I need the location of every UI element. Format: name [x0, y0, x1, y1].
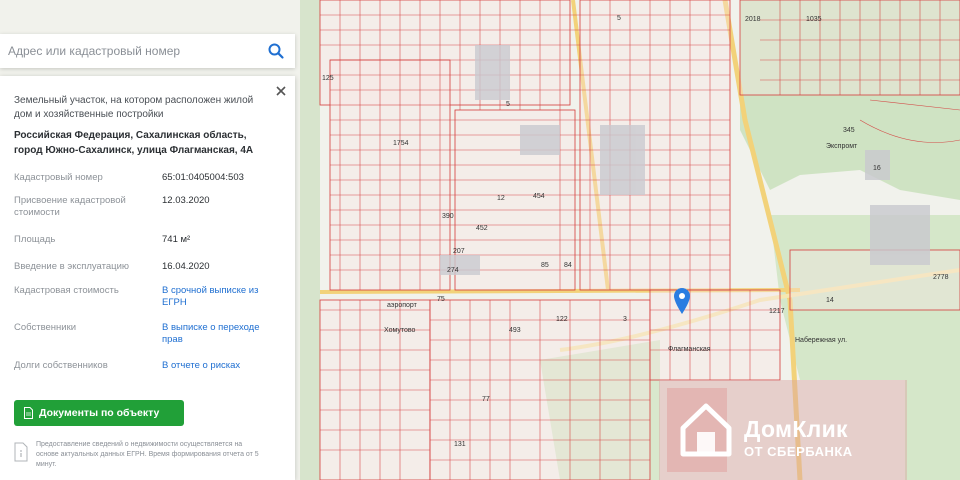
map-label: 207 — [453, 248, 465, 255]
close-icon[interactable] — [275, 84, 287, 96]
property-description: Земельный участок, на котором расположен… — [14, 95, 254, 120]
row-label: Кадастровая стоимость — [14, 285, 119, 296]
map-label: 274 — [447, 267, 459, 274]
info-icon — [14, 442, 28, 462]
notice-text: Предоставление сведений о недвижимости о… — [36, 441, 259, 468]
row-label: Площадь — [14, 234, 56, 245]
search-icon[interactable] — [267, 42, 285, 60]
map-label: Экспромт — [826, 143, 858, 150]
map-label: 75 — [437, 296, 445, 303]
house-icon — [679, 402, 733, 458]
owner-debts-link[interactable]: В отчете о рисках — [162, 360, 282, 372]
property-address: Российская Федерация, Сахалинская област… — [14, 130, 254, 156]
map-label: 122 — [556, 316, 568, 323]
map-label: 345 — [843, 127, 855, 134]
map-label: 1754 — [393, 140, 409, 147]
map-label: аэропорт — [387, 302, 418, 309]
map-label: 452 — [476, 225, 488, 232]
map-label: 493 — [509, 327, 521, 334]
document-icon — [24, 407, 33, 419]
map-label: 5 — [617, 15, 621, 22]
map-label: 3 — [623, 316, 627, 323]
owners-link[interactable]: В выписке о переходе прав — [162, 322, 282, 346]
watermark-brand: ДомКлик — [744, 416, 848, 442]
map-label: 454 — [533, 193, 545, 200]
row-value: 16.04.2020 — [162, 261, 210, 272]
map-label: 85 — [541, 262, 549, 269]
row-label: Присвоение кадастровой стоимости — [14, 195, 126, 218]
map-label: 12 — [497, 195, 505, 202]
domclick-watermark: ДомКлик ОТ СБЕРБАНКА — [659, 380, 907, 480]
row-value: 741 м² — [162, 234, 191, 245]
map-label: Флагманская — [668, 346, 711, 353]
map-label: 390 — [442, 213, 454, 220]
map-label: Хомутово — [384, 327, 416, 334]
row-label: Введение в эксплуатацию — [14, 261, 130, 272]
map-label: 14 — [826, 297, 834, 304]
map-label: 5 — [506, 101, 510, 108]
map-label: Набережная ул. — [795, 336, 847, 344]
row-label: Долги собственников — [14, 360, 108, 371]
map-label: 2778 — [933, 274, 949, 281]
documents-button[interactable]: Документы по объекту — [14, 400, 184, 426]
location-pin-icon[interactable] — [674, 288, 690, 314]
row-value: 12.03.2020 — [162, 195, 210, 206]
map-label: 16 — [873, 165, 881, 172]
documents-button-label: Документы по объекту — [39, 407, 160, 419]
map-label: 131 — [454, 441, 466, 448]
watermark-subtitle: ОТ СБЕРБАНКА — [744, 444, 853, 459]
map-label: 84 — [564, 262, 572, 269]
map-label: 1035 — [806, 16, 822, 23]
search-input[interactable] — [8, 42, 248, 60]
property-info-panel: Земельный участок, на котором расположен… — [0, 76, 295, 480]
map-label: 2018 — [745, 16, 761, 23]
cadastral-value-link[interactable]: В срочной выписке из ЕГРН — [162, 285, 282, 309]
row-label: Кадастровый номер — [14, 172, 103, 183]
map-label: 1217 — [769, 308, 785, 315]
map-label: 125 — [322, 75, 334, 82]
row-value: 65:01:0405004:503 — [162, 172, 244, 183]
map-label: 77 — [482, 396, 490, 403]
search-bar — [0, 34, 295, 68]
row-label: Собственники — [14, 322, 77, 333]
